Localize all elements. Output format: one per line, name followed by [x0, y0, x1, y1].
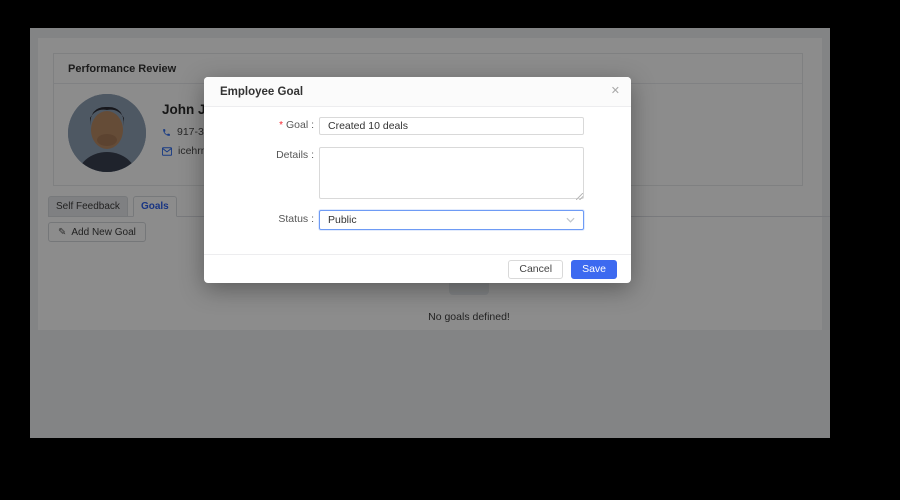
modal-footer: Cancel Save — [204, 254, 631, 283]
textarea-resize-handle[interactable] — [576, 193, 583, 200]
required-asterisk: * — [279, 120, 283, 131]
status-selected-value: Public — [328, 214, 357, 226]
goal-label: *Goal : — [204, 119, 314, 131]
goal-input[interactable] — [319, 117, 584, 135]
save-button[interactable]: Save — [571, 260, 617, 279]
status-select[interactable]: Public — [319, 210, 584, 230]
details-textarea[interactable] — [319, 147, 584, 199]
modal-title: Employee Goal — [220, 86, 303, 98]
cancel-button[interactable]: Cancel — [508, 260, 563, 279]
chevron-down-icon — [566, 217, 575, 223]
close-icon[interactable]: ✕ — [611, 77, 620, 107]
modal-header: Employee Goal ✕ — [204, 77, 631, 107]
details-label: Details : — [204, 149, 314, 161]
app-page: Performance Review John J Gol 917-372-91 — [30, 28, 830, 438]
status-label: Status : — [204, 213, 314, 225]
employee-goal-modal: Employee Goal ✕ *Goal : Details : Status… — [204, 77, 631, 283]
